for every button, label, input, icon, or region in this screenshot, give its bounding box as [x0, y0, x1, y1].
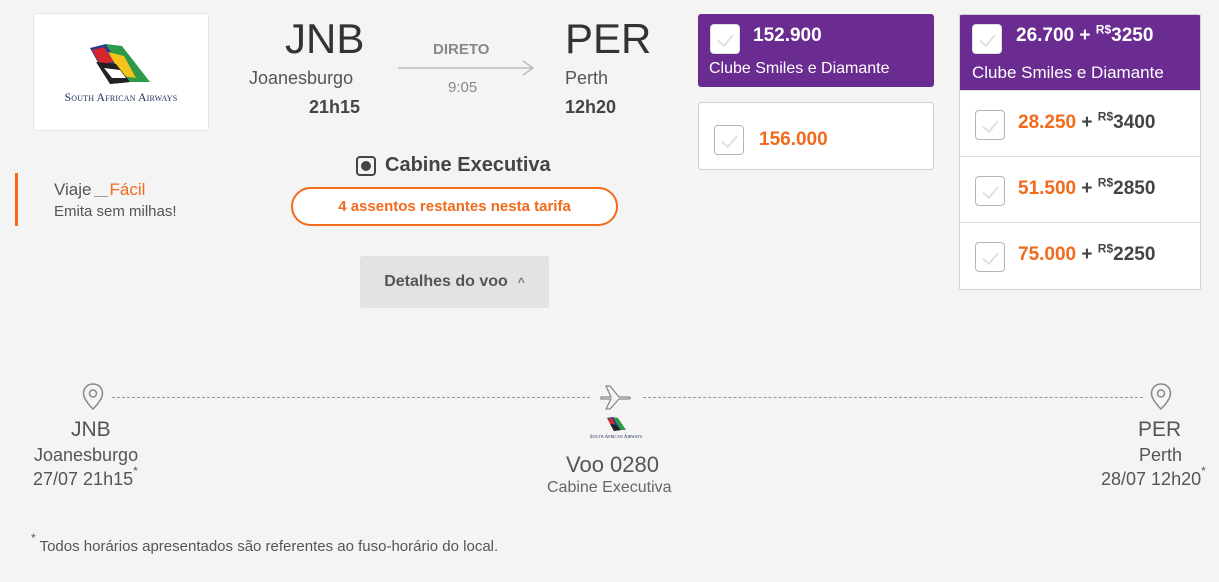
- origin-city: Joanesburgo: [249, 68, 354, 88]
- fare-miles: 75.000: [1018, 244, 1077, 265]
- flight-number: Voo 0280: [566, 452, 659, 477]
- fare-currency: R$: [1097, 241, 1114, 256]
- datetime-text: 27/07 21h15: [33, 469, 134, 489]
- fare-miles: 51.500: [1018, 178, 1077, 199]
- timezone-footnote: * Todos horários apresentados são refere…: [31, 531, 499, 555]
- fare-money: 2850: [1113, 178, 1156, 199]
- fare-money: 3400: [1113, 112, 1156, 133]
- route-line: [643, 397, 1143, 398]
- destination-time: 12h20: [565, 97, 617, 117]
- flight-duration: 9:05: [448, 79, 478, 96]
- fare-option-mix[interactable]: 51.500 + R$2850: [960, 156, 1200, 222]
- fare-currency: R$: [1097, 109, 1114, 124]
- promo-title[interactable]: Viaje Fácil: [54, 180, 145, 200]
- chevron-up-icon: ^: [517, 275, 525, 289]
- promo-prefix: Viaje: [54, 180, 92, 199]
- fare-option-mix-club[interactable]: 26.700 + R$3250 Clube Smiles e Diamante: [960, 15, 1200, 90]
- destination-code: PER: [565, 15, 652, 62]
- airline-small-logo: [607, 417, 626, 431]
- seat-icon: [356, 156, 376, 176]
- fare-miles: 28.250: [1018, 112, 1077, 133]
- destination-city: Perth: [565, 68, 609, 88]
- footnote-text: Todos horários apresentados são referent…: [35, 538, 499, 555]
- timeline-origin-city: Joanesburgo: [34, 445, 139, 465]
- fare-currency: R$: [1097, 175, 1114, 190]
- fare-amount: 51.500 + R$2850: [1018, 175, 1156, 200]
- checkbox[interactable]: [975, 176, 1005, 206]
- seats-remaining-badge: 4 assentos restantes nesta tarifa: [291, 187, 618, 226]
- fare-miles: 152.900: [753, 25, 822, 46]
- datetime-text: 28/07 12h20: [1101, 469, 1202, 489]
- timeline-destination-city: Perth: [1139, 445, 1183, 465]
- footnote-mark: *: [31, 531, 36, 545]
- flight-details-button[interactable]: Detalhes do voo ^: [360, 256, 549, 308]
- checkbox[interactable]: [714, 125, 744, 155]
- checkbox[interactable]: [972, 24, 1002, 54]
- flight-details-label: Detalhes do voo: [384, 273, 508, 290]
- timeline-destination-datetime: 28/07 12h20*: [1101, 464, 1206, 490]
- airline-name: South African Airways: [64, 92, 178, 104]
- promo-accent-bar: [15, 173, 18, 226]
- arrow-right-icon: [398, 60, 535, 76]
- fare-tag: Clube Smiles e Diamante: [709, 60, 890, 77]
- airline-small-name: South African Airways: [589, 435, 643, 440]
- fare-money: 2250: [1113, 244, 1156, 265]
- fare-plus: +: [1081, 112, 1093, 133]
- fare-money: 3250: [1111, 25, 1154, 46]
- fare-option-mix[interactable]: 75.000 + R$2250: [960, 222, 1200, 288]
- fare-amount: 75.000 + R$2250: [1018, 241, 1156, 266]
- footnote-mark: *: [1201, 464, 1206, 478]
- fare-miles: 156.000: [759, 129, 828, 150]
- route-line: [112, 397, 590, 398]
- origin-code: JNB: [285, 15, 365, 62]
- fare-plus: +: [1081, 244, 1093, 265]
- fare-currency: R$: [1095, 22, 1112, 37]
- fare-plus: +: [1079, 25, 1091, 46]
- fare-plus: +: [1081, 178, 1093, 199]
- airplane-icon: [600, 385, 631, 410]
- fare-tag: Clube Smiles e Diamante: [972, 63, 1164, 82]
- promo-highlight: Fácil: [109, 180, 146, 199]
- location-pin-icon: [82, 383, 104, 411]
- timeline-cabin: Cabine Executiva: [547, 479, 672, 496]
- fare-amount: 26.700 + R$3250: [1016, 22, 1154, 47]
- fare-option-mix[interactable]: 28.250 + R$3400: [960, 90, 1200, 156]
- timeline-origin-datetime: 27/07 21h15*: [33, 464, 138, 490]
- checkbox[interactable]: [975, 110, 1005, 140]
- airline-logo-card: South African Airways: [33, 13, 209, 131]
- checkbox[interactable]: [710, 24, 740, 54]
- fare-option-miles[interactable]: 156.000: [698, 102, 934, 170]
- origin-time: 21h15: [309, 97, 361, 117]
- cabin-class: Cabine Executiva: [385, 154, 551, 176]
- timeline-origin-code: JNB: [71, 418, 111, 441]
- fare-miles-money-card: 26.700 + R$3250 Clube Smiles e Diamante …: [959, 14, 1201, 290]
- fare-miles: 26.700: [1016, 25, 1075, 46]
- flight-type: DIRETO: [433, 41, 490, 58]
- timeline-destination-code: PER: [1138, 418, 1182, 441]
- fare-option-miles-club[interactable]: 152.900 Clube Smiles e Diamante: [698, 14, 934, 87]
- location-pin-icon: [1150, 383, 1172, 411]
- footnote-mark: *: [133, 464, 138, 478]
- airline-tail-logo: [90, 44, 150, 84]
- fare-amount: 28.250 + R$3400: [1018, 109, 1156, 134]
- promo-subtitle: Emita sem milhas!: [54, 203, 177, 220]
- checkbox[interactable]: [975, 242, 1005, 272]
